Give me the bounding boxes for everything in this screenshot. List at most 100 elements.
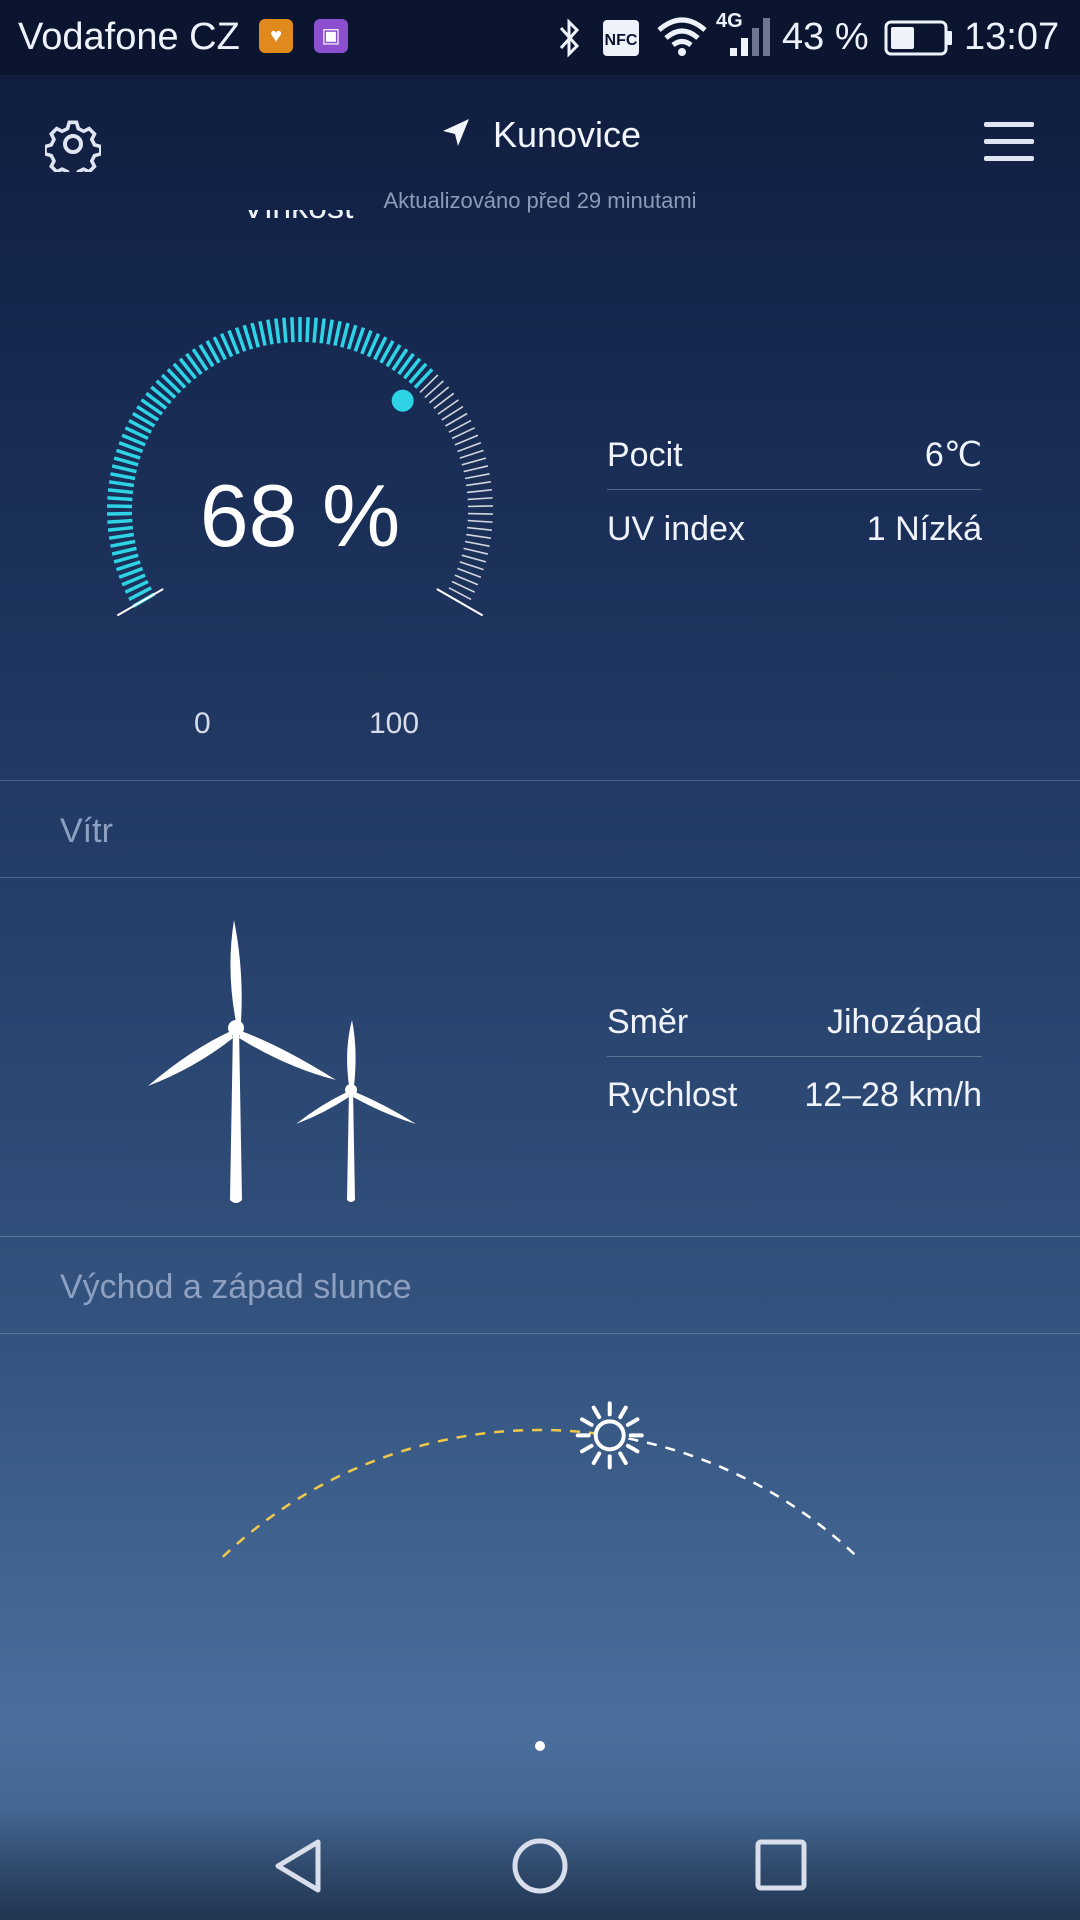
wind-section-title: Vítr bbox=[60, 812, 113, 850]
gauge-tick-filled bbox=[108, 480, 135, 488]
gallery-notification-icon: ▣ bbox=[314, 19, 348, 53]
gauge-tick-filled bbox=[305, 317, 310, 343]
gauge-tick-filled bbox=[108, 532, 135, 540]
gauge-tick-filled bbox=[258, 320, 267, 347]
row-divider bbox=[607, 489, 982, 490]
gauge-tick-filled bbox=[266, 319, 274, 345]
uv-index-label: UV index bbox=[607, 510, 745, 548]
gauge-tick-filled bbox=[111, 464, 137, 474]
gauge-tick-filled bbox=[340, 322, 350, 348]
humidity-title-clip: Vlhkost bbox=[0, 210, 600, 242]
wind-direction-value: Jihozápad bbox=[826, 1003, 982, 1041]
gauge-tick-filled bbox=[234, 327, 247, 352]
gauge-tick bbox=[467, 519, 493, 523]
gauge-tick-filled bbox=[242, 324, 254, 350]
sun-section-title: Východ a západ slunce bbox=[60, 1268, 412, 1306]
section-divider bbox=[0, 780, 1080, 781]
gauge-tick-filled bbox=[312, 317, 318, 343]
section-divider bbox=[0, 1236, 1080, 1237]
gauge-tick-filled bbox=[107, 488, 134, 495]
uv-index-row: UV index 1 Nízká bbox=[607, 494, 982, 564]
gauge-tick bbox=[457, 567, 482, 579]
svg-text:NFC: NFC bbox=[605, 32, 638, 49]
gauge-tick bbox=[428, 386, 450, 404]
recents-icon[interactable] bbox=[754, 1838, 810, 1894]
feels-like-row: Pocit 6℃ bbox=[607, 420, 982, 490]
home-icon[interactable] bbox=[510, 1836, 570, 1896]
app-notification-icon: ♥ bbox=[259, 19, 293, 53]
gauge-tick-filled bbox=[113, 456, 139, 467]
wind-speed-label: Rychlost bbox=[607, 1076, 738, 1114]
gauge-tick bbox=[424, 380, 444, 399]
gauge-tick-filled bbox=[319, 318, 326, 344]
gauge-tick-filled bbox=[107, 518, 133, 524]
feels-like-label: Pocit bbox=[607, 436, 683, 474]
wind-turbines-icon bbox=[148, 920, 416, 1203]
gauge-tick-filled bbox=[113, 553, 139, 564]
gauge-tick bbox=[454, 574, 479, 586]
gauge-tick-filled bbox=[333, 320, 342, 347]
humidity-value: 68 % bbox=[199, 466, 401, 565]
gauge-tick bbox=[454, 434, 479, 446]
battery-icon bbox=[884, 20, 952, 56]
gauge-indicator-dot bbox=[391, 389, 414, 412]
gauge-tick-filled bbox=[107, 496, 133, 502]
bluetooth-icon bbox=[559, 18, 580, 58]
menu-icon[interactable] bbox=[982, 118, 1036, 166]
gauge-tick bbox=[461, 457, 487, 466]
gauge-tick bbox=[464, 473, 490, 480]
humidity-title: Vlhkost bbox=[242, 210, 354, 227]
section-divider bbox=[0, 1333, 1080, 1334]
sun-arc-elapsed bbox=[221, 1428, 610, 1558]
gauge-tick-filled bbox=[282, 317, 288, 343]
gauge-tick bbox=[467, 497, 493, 501]
wind-direction-row: Směr Jihozápad bbox=[607, 987, 982, 1057]
gauge-min-label: 0 bbox=[194, 707, 211, 740]
page-indicator-dot[interactable] bbox=[535, 1741, 545, 1751]
gauge-tick bbox=[467, 512, 493, 515]
gauge-tick bbox=[461, 554, 487, 563]
signal-icon bbox=[730, 18, 770, 56]
gauge-tick-filled bbox=[274, 318, 281, 344]
gauge-tick-filled bbox=[326, 319, 334, 345]
gauge-tick-filled bbox=[115, 448, 141, 460]
gauge-tick-filled bbox=[110, 472, 136, 481]
wind-direction-label: Směr bbox=[607, 1003, 689, 1041]
sun-path-arc bbox=[221, 1401, 859, 1558]
gauge-tick-filled bbox=[111, 546, 137, 556]
gauge-tick bbox=[466, 481, 492, 487]
gauge-tick bbox=[463, 465, 489, 473]
wifi-icon bbox=[657, 17, 707, 56]
gauge-tick bbox=[467, 505, 493, 508]
sun-icon bbox=[575, 1401, 644, 1470]
back-icon[interactable] bbox=[270, 1836, 326, 1896]
sun-arc-remaining bbox=[609, 1434, 859, 1558]
gauge-tick bbox=[463, 547, 489, 555]
location-title[interactable]: Kunovice bbox=[0, 114, 1080, 156]
clock: 13:07 bbox=[964, 16, 1060, 58]
gauge-tick-filled bbox=[115, 560, 141, 572]
gauge-tick-filled bbox=[250, 322, 260, 348]
gauge-tick bbox=[466, 533, 492, 539]
battery-percent: 43 % bbox=[782, 16, 869, 58]
gauge-tick bbox=[466, 489, 493, 494]
gauge-tick-filled bbox=[290, 317, 295, 343]
gauge-tick-filled bbox=[107, 511, 133, 516]
location-arrow-icon bbox=[442, 119, 469, 146]
gauge-tick bbox=[466, 526, 493, 531]
wind-speed-row: Rychlost 12–28 km/h bbox=[607, 1060, 982, 1130]
feels-like-value: 6℃ bbox=[924, 436, 982, 474]
gauge-tick bbox=[459, 561, 484, 571]
gauge-tick-filled bbox=[107, 525, 134, 532]
section-divider bbox=[0, 877, 1080, 878]
gauge-tick bbox=[457, 441, 482, 453]
carrier-name: Vodafone CZ bbox=[18, 16, 240, 58]
nfc-icon: NFC bbox=[603, 20, 639, 56]
gauge-tick-filled bbox=[110, 539, 136, 548]
gauge-tick bbox=[459, 449, 484, 459]
uv-index-value: 1 Nízká bbox=[866, 510, 982, 548]
gauge-tick bbox=[464, 540, 490, 547]
row-divider bbox=[607, 1056, 982, 1057]
status-bar: Vodafone CZ ♥ ▣ NFC 4G 43 % 13:07 bbox=[0, 0, 1080, 75]
gauge-tick-filled bbox=[346, 324, 358, 350]
